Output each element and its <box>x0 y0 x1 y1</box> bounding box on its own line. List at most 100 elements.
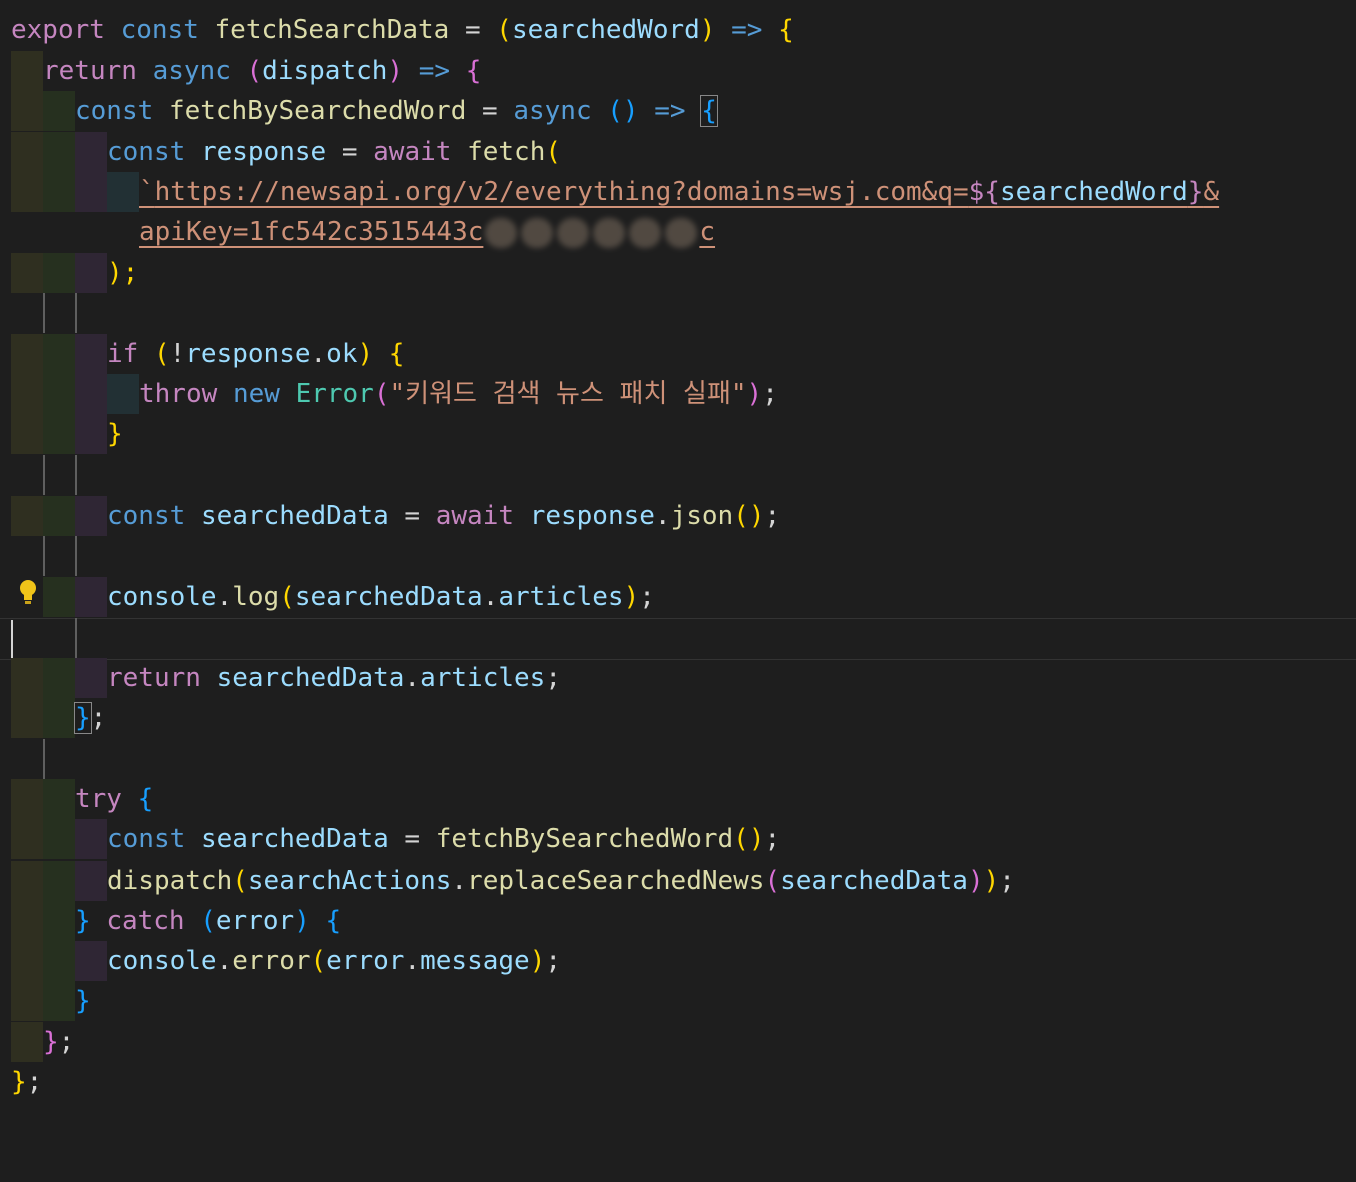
code-line-6[interactable]: apiKey=1fc542c3515443c c <box>0 212 1356 252</box>
code-line-2[interactable]: return async (dispatch) => { <box>0 51 1356 91</box>
code-line-20[interactable]: } <box>0 981 1356 1021</box>
token-paren: ) <box>294 906 310 936</box>
indent-guide <box>11 132 43 172</box>
token-await: await <box>373 137 452 167</box>
indent-guide <box>75 819 107 859</box>
code-line-5[interactable]: `https://newsapi.org/v2/everything?domai… <box>0 172 1356 212</box>
indent-guide <box>43 941 75 981</box>
code-line-9[interactable]: throw new Error("키워드 검색 뉴스 패치 실패"); <box>0 374 1356 414</box>
indent-guide <box>11 374 43 414</box>
token-return: return <box>43 56 137 86</box>
token-function-name: fetchSearchData <box>214 15 450 45</box>
token-variable: searchedData <box>200 824 389 854</box>
token-try: try <box>75 784 122 814</box>
token-brace: } <box>11 1067 27 1097</box>
indent-guide <box>43 819 75 859</box>
token-paren: ( <box>246 56 263 86</box>
token-brace: { <box>465 56 482 86</box>
token-semicolon: ; <box>999 866 1015 896</box>
token-not: ! <box>169 339 186 369</box>
code-line-blank[interactable] <box>0 739 1356 779</box>
token-string: "키워드 검색 뉴스 패치 실패" <box>389 379 747 409</box>
token-dot: . <box>404 946 421 976</box>
code-line-8[interactable]: if (!response.ok) { <box>0 334 1356 374</box>
code-line-21[interactable]: }; <box>0 1022 1356 1062</box>
token-await: await <box>435 501 515 531</box>
token-brace: } <box>75 986 91 1016</box>
indent-guide <box>11 779 43 819</box>
code-line-current[interactable] <box>0 618 1356 658</box>
token-parens: () <box>733 501 765 531</box>
token-dot: . <box>482 582 499 612</box>
token-property: ok <box>326 339 358 369</box>
code-line-16[interactable]: const searchedData = fetchBySearchedWord… <box>0 819 1356 859</box>
token-variable: searchedData <box>294 582 483 612</box>
indent-guide <box>11 496 43 536</box>
code-line-14[interactable]: }; <box>0 698 1356 738</box>
token-const: const <box>120 15 199 45</box>
token-paren: ( <box>232 866 248 896</box>
indent-guide <box>75 374 107 414</box>
token-eq: = <box>326 137 374 167</box>
token-eq: = <box>449 15 497 45</box>
redaction-blur <box>557 217 590 248</box>
code-line-10[interactable]: } <box>0 414 1356 454</box>
indent-guide <box>43 455 45 495</box>
token-semicolon: ; <box>58 1027 75 1057</box>
code-line-17[interactable]: dispatch(searchActions.replaceSearchedNe… <box>0 861 1356 901</box>
token-paren: ( <box>764 866 781 896</box>
code-line-18[interactable]: } catch (error) { <box>0 901 1356 941</box>
code-line-13[interactable]: return searchedData.articles; <box>0 658 1356 698</box>
indent-guide <box>75 334 107 374</box>
lightbulb-icon[interactable] <box>18 578 38 606</box>
token-brace: { <box>137 784 154 814</box>
token-function: dispatch <box>107 866 233 896</box>
code-line-blank[interactable] <box>0 536 1356 576</box>
indent-guide <box>43 901 75 941</box>
token-url-string[interactable]: https://newsapi.org/v2/everything?domain… <box>155 177 969 207</box>
token-paren: ) <box>746 379 763 409</box>
code-line-19[interactable]: console.error(error.message); <box>0 941 1356 981</box>
token-paren: ( <box>200 906 216 936</box>
token-api-key-tail: c <box>699 217 716 247</box>
code-line-3[interactable]: const fetchBySearchedWord = async () => … <box>0 91 1356 131</box>
code-line-blank[interactable] <box>0 293 1356 333</box>
redaction-blur <box>629 217 662 248</box>
token-param: searchedWord <box>511 15 700 45</box>
code-line-blank[interactable] <box>0 455 1356 495</box>
token-variable: console <box>107 582 217 612</box>
token-method: json <box>670 501 734 531</box>
token-function-name: fetchBySearchedWord <box>168 96 467 126</box>
code-line-11[interactable]: const searchedData = await response.json… <box>0 496 1356 536</box>
code-line-22[interactable]: }; <box>0 1062 1356 1102</box>
indent-guide <box>43 253 75 293</box>
code-editor[interactable]: export const fetchSearchData = (searched… <box>0 0 1356 1114</box>
code-line-15[interactable]: try { <box>0 779 1356 819</box>
redaction-blur <box>521 217 554 248</box>
code-line-12[interactable]: console.log(searchedData.articles); <box>0 577 1356 617</box>
code-line-7[interactable]: ); <box>0 253 1356 293</box>
indent-guide <box>11 819 43 859</box>
token-param: error <box>215 906 295 936</box>
token-dot: . <box>404 663 421 693</box>
token-variable: searchedData <box>780 866 968 896</box>
code-line-4[interactable]: const response = await fetch( <box>0 132 1356 172</box>
indent-guide <box>11 172 43 212</box>
token-paren: ) <box>387 56 404 86</box>
token-eq: = <box>388 501 436 531</box>
token-function: fetch <box>467 137 546 167</box>
token-paren: ) <box>357 339 374 369</box>
token-return: return <box>107 663 201 693</box>
indent-guide <box>11 51 43 91</box>
indent-guide <box>75 941 107 981</box>
token-const: const <box>107 501 186 531</box>
token-dot: . <box>216 946 233 976</box>
indent-guide <box>75 577 107 617</box>
indent-guide <box>11 941 43 981</box>
token-eq: = <box>388 824 436 854</box>
token-brace: } <box>75 906 91 936</box>
code-line-1[interactable]: export const fetchSearchData = (searched… <box>0 10 1356 50</box>
indent-guide <box>43 739 45 779</box>
token-param: dispatch <box>262 56 388 86</box>
token-function: fetchBySearchedWord <box>435 824 734 854</box>
